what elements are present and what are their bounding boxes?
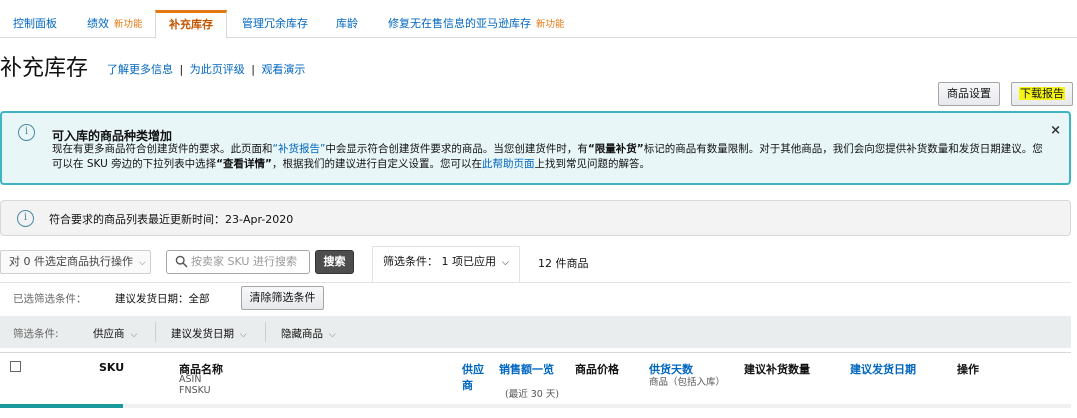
button-label: 下载报告 (1019, 87, 1065, 100)
product-settings-button[interactable]: 商品设置 (938, 82, 1000, 106)
info-banner: i 可入库的商品种类增加 现在有更多商品符合创建货件的要求。此页面和“补货报告”… (0, 111, 1071, 185)
limited-restock-label: “限量补货” (587, 143, 644, 155)
tab-fix-stranded-inventory[interactable]: 修复无在售信息的亚马逊库存 新功能 (388, 10, 565, 38)
divider (265, 322, 266, 342)
info-text: 现在有更多商品符合创建货件的要求。此页面和 (52, 143, 273, 155)
item-count: 12 件商品 (538, 257, 589, 270)
info-body: 现在有更多商品符合创建货件的要求。此页面和“补货报告”中会显示符合创建货件要求的… (52, 142, 1052, 172)
chevron-down-icon: ⌵ (240, 330, 247, 340)
column-price[interactable]: 商品价格 (575, 361, 619, 377)
bulk-action-select[interactable]: 对 0 件选定商品执行操作 ⌵ (0, 250, 151, 274)
search-icon (175, 255, 188, 268)
watch-demo-link[interactable]: 观看演示 (261, 63, 305, 76)
column-label: 供应 (462, 363, 484, 376)
page-title: 补充库存 (0, 56, 89, 81)
tab-label: 库龄 (336, 17, 358, 30)
divider (155, 322, 156, 342)
info-text: ，根据我们的建议进行自定义设置。您可以在 (271, 158, 482, 170)
column-sales[interactable]: 销售额一览 (499, 361, 554, 377)
search-button[interactable]: 搜索 (315, 250, 354, 274)
info-text: 上找到常见问题的解答。 (534, 158, 650, 170)
tab-restock-inventory[interactable]: 补充库存 (155, 10, 227, 39)
tab-label: 控制面板 (13, 17, 57, 30)
last-updated-text: 符合要求的商品列表最近更新时间：23-Apr-2020 (49, 213, 294, 226)
column-fnsku: FNSKU (179, 385, 211, 396)
column-sales-period: (最近 30 天) (505, 389, 560, 400)
tab-label: 绩效 (87, 17, 109, 30)
help-page-link[interactable]: 此帮助页面 (482, 158, 535, 170)
chevron-down-icon: ⌵ (130, 330, 138, 340)
filter-label: 隐藏商品 (281, 328, 323, 340)
filter-tab-label: 筛选条件： 1 项已应用 (383, 255, 496, 268)
filter-bar-label: 筛选条件: (13, 328, 59, 340)
applied-filter-value: 建议发货日期：全部 (115, 293, 210, 305)
column-asin: ASIN (179, 374, 202, 385)
new-feature-badge: 新功能 (114, 19, 143, 30)
new-feature-badge: 新功能 (536, 19, 565, 30)
column-label: 商 (462, 379, 473, 392)
link-separator: | (179, 63, 184, 76)
column-supplier[interactable]: 供应商 (462, 361, 484, 393)
filter-tab[interactable]: 筛选条件： 1 项已应用 ⌵ (372, 246, 520, 282)
horizontal-scrollbar[interactable] (0, 404, 1071, 408)
filter-label: 供应商 (93, 328, 125, 340)
info-icon: i (17, 210, 34, 227)
link-separator: | (251, 63, 255, 76)
select-all-checkbox[interactable] (10, 361, 21, 372)
close-icon[interactable]: × (1050, 123, 1061, 138)
column-sku[interactable]: SKU (99, 361, 124, 374)
tab-label: 管理冗余库存 (242, 17, 308, 30)
column-days-sub: 商品（包括入库） (649, 377, 726, 388)
restock-report-link[interactable]: “补货报告” (273, 143, 326, 155)
clear-filters-button[interactable]: 清除筛选条件 (241, 286, 324, 310)
tab-manage-excess-inventory[interactable]: 管理冗余库存 (242, 10, 308, 38)
bulk-action-label: 对 0 件选定商品执行操作 (9, 255, 133, 268)
tab-dashboard[interactable]: 控制面板 (13, 10, 57, 38)
button-label: 清除筛选条件 (249, 291, 316, 304)
filter-bar (0, 316, 1071, 348)
applied-filters-label: 已选筛选条件： (13, 293, 87, 305)
tab-label: 修复无在售信息的亚马逊库存 (388, 17, 531, 30)
filter-label: 建议发货日期 (171, 328, 234, 340)
column-ship-date[interactable]: 建议发货日期 (850, 361, 916, 377)
view-details-label: “查看详情” (216, 158, 272, 170)
last-updated-banner: i 符合要求的商品列表最近更新时间：23-Apr-2020 (0, 200, 1071, 236)
tab-performance[interactable]: 绩效 新功能 (87, 10, 143, 38)
chevron-down-icon: ⌵ (502, 258, 509, 268)
filter-ship-date[interactable]: 建议发货日期 ⌵ (171, 326, 247, 341)
chevron-down-icon: ⌵ (329, 330, 336, 340)
title-links: 了解更多信息 | 为此页评级 | 观看演示 (107, 61, 305, 77)
tab-label: 补充库存 (169, 18, 213, 31)
download-report-button[interactable]: 下载报告 (1011, 82, 1073, 106)
tab-bar: 控制面板 绩效 新功能 补充库存 管理冗余库存 库龄 修复无在售信息的亚马逊库存新… (0, 10, 1077, 39)
learn-more-link[interactable]: 了解更多信息 (107, 63, 173, 76)
filter-hidden-items[interactable]: 隐藏商品 ⌵ (281, 326, 336, 341)
filter-supplier[interactable]: 供应商 ⌵ (93, 326, 137, 341)
rate-page-link[interactable]: 为此页评级 (190, 63, 245, 76)
column-recommended-qty[interactable]: 建议补货数量 (744, 361, 810, 377)
info-icon: i (18, 124, 35, 141)
column-action: 操作 (957, 363, 979, 376)
info-text: 中会显示符合创建货件要求的商品。当您创建货件时，有 (325, 143, 588, 155)
chevron-down-icon: ⌵ (139, 258, 146, 268)
scrollbar-thumb[interactable] (0, 404, 123, 408)
tab-inventory-age[interactable]: 库龄 (336, 10, 358, 38)
button-label: 商品设置 (947, 87, 991, 100)
